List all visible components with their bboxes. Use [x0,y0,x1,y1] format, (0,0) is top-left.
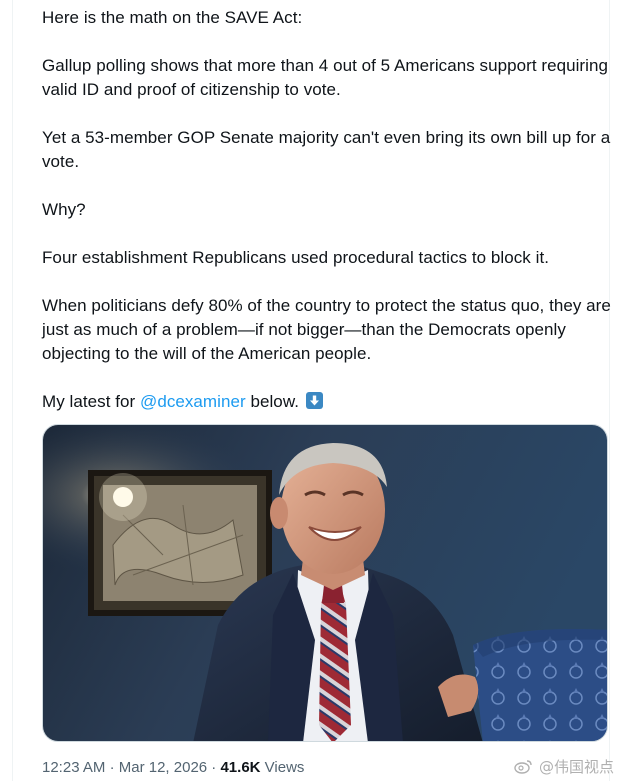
watermark: @伟国视点 [514,756,614,777]
last-line-suffix: below. [245,392,299,411]
weibo-icon [514,760,532,774]
views-label: Views [264,759,305,776]
views-count: 41.6K [220,759,261,776]
tweet-meta: 12:23 AM · Mar 12, 2026 · 41.6K Views [42,759,304,776]
tweet-paragraph: Yet a 53-member GOP Senate majority can'… [42,128,611,171]
meta-separator: · [211,759,217,776]
tweet-paragraph: Why? [42,200,86,219]
tweet-card: Here is the math on the SAVE Act: Gallup… [12,0,612,781]
watermark-text: @伟国视点 [538,758,614,776]
tweet-date[interactable]: Mar 12, 2026 [119,759,207,776]
tweet-time[interactable]: 12:23 AM [42,759,105,776]
mention-link-dcexaminer[interactable]: @dcexaminer [140,392,246,411]
photo-senator-smiling [43,425,607,741]
tweet-paragraph: Gallup polling shows that more than 4 ou… [42,56,608,99]
meta-separator: · [109,759,115,776]
tweet-paragraph: Four establishment Republicans used proc… [42,248,549,267]
tweet-body: Here is the math on the SAVE Act: Gallup… [42,6,612,438]
tweet-photo[interactable] [42,424,608,742]
down-arrow-emoji-icon [305,392,323,409]
tweet-paragraph: Here is the math on the SAVE Act: [42,8,303,27]
tweet-last-line: My latest for @dcexaminer below. [42,390,612,414]
tweet-paragraph: When politicians defy 80% of the country… [42,296,611,363]
last-line-prefix: My latest for [42,392,141,411]
